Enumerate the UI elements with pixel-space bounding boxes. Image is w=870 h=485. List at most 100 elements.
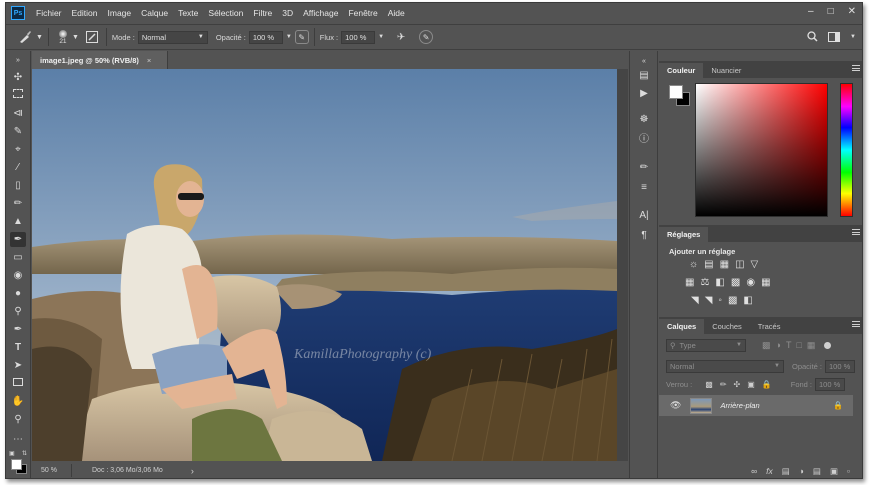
black-white-icon[interactable]: ◧ <box>715 277 724 288</box>
layer-filter-select[interactable]: ⚲ Type ▼ <box>666 339 746 352</box>
menu-affichage[interactable]: Affichage <box>298 8 343 18</box>
quick-selection-icon[interactable]: ✎ <box>10 124 26 139</box>
menu-3d[interactable]: 3D <box>277 8 298 18</box>
layer-filter-icons[interactable]: ▩◑T□▦ <box>762 340 820 351</box>
menu-fenetre[interactable]: Fenêtre <box>343 8 382 18</box>
libraries-icon[interactable]: ☸ <box>637 113 651 127</box>
mode-select[interactable]: Normal ▼ <box>137 30 208 44</box>
layer-row[interactable]: 👁 Arrière-plan 🔒 <box>659 395 853 416</box>
dodge-tool-icon[interactable]: ⚲ <box>10 304 26 319</box>
posterize-icon[interactable]: ◥ <box>705 295 713 306</box>
opacity-field[interactable]: 100 % <box>248 30 283 44</box>
layer-mask-icon[interactable]: ▤ <box>782 466 790 477</box>
levels-icon[interactable]: ▤ <box>704 259 713 270</box>
healing-brush-icon[interactable]: ▯ <box>10 178 26 193</box>
tab-couleur[interactable]: Couleur <box>659 63 704 78</box>
history-panel-icon[interactable]: ▤ <box>637 69 651 83</box>
folder-icon[interactable]: ▤ <box>813 466 821 477</box>
pressure-opacity-icon[interactable]: ✎ <box>294 30 309 44</box>
menu-texte[interactable]: Texte <box>173 8 203 18</box>
fx-icon[interactable]: fx <box>766 466 773 476</box>
actions-play-icon[interactable]: ▶ <box>637 87 651 101</box>
brightness-icon[interactable]: ☼ <box>689 259 698 270</box>
vertical-scrollbar[interactable] <box>617 69 628 461</box>
menu-calque[interactable]: Calque <box>136 8 173 18</box>
fill-field[interactable]: 100 % <box>815 378 846 391</box>
zoom-level[interactable]: 50 % <box>36 464 72 477</box>
properties-icon[interactable]: ≡ <box>637 181 651 195</box>
link-icon[interactable]: ∞ <box>751 466 757 476</box>
adjustment-layer-icon[interactable]: ◑ <box>799 466 804 476</box>
filter-toggle-icon[interactable] <box>824 342 832 349</box>
chevron-down-icon[interactable]: ▼ <box>72 34 79 41</box>
selective-color-icon[interactable]: ◧ <box>743 295 752 306</box>
tab-reglages[interactable]: Réglages <box>659 227 709 242</box>
channel-mixer-icon[interactable]: ◉ <box>746 277 755 288</box>
panel-menu-icon[interactable] <box>852 65 860 71</box>
color-swatches[interactable]: ▣ ⇅ <box>9 450 29 474</box>
chevron-down-icon[interactable]: ▼ <box>378 34 384 40</box>
close-icon[interactable]: ✕ <box>848 6 856 17</box>
tab-calques[interactable]: Calques <box>659 319 705 334</box>
swap-colors-icon[interactable]: ⇅ <box>22 450 27 457</box>
lock-icons[interactable]: ▩✏✣▣🔒 <box>705 380 778 389</box>
pen-tool-icon[interactable]: ✒ <box>10 322 26 337</box>
curves-icon[interactable]: ▦ <box>720 259 729 270</box>
collapse-icon[interactable]: » <box>10 53 26 68</box>
chevron-down-icon[interactable]: ▼ <box>286 34 292 40</box>
color-lookup-icon[interactable]: ▦ <box>761 277 770 288</box>
collapse-icon[interactable]: « <box>637 55 651 69</box>
rectangle-tool-icon[interactable] <box>10 376 26 391</box>
photo-filter-icon[interactable]: ▩ <box>731 277 740 288</box>
zoom-tool-icon[interactable]: ⚲ <box>10 412 26 427</box>
threshold-icon[interactable]: ◦ <box>718 295 722 306</box>
flow-field[interactable]: 100 % <box>341 30 376 44</box>
character-panel-icon[interactable]: A| <box>637 209 651 223</box>
color-balance-icon[interactable]: ⚖ <box>700 277 709 288</box>
foreground-color-swatch[interactable] <box>11 459 22 470</box>
crop-tool-icon[interactable]: ⌖ <box>10 142 26 157</box>
menu-image[interactable]: Image <box>103 8 137 18</box>
eyedropper-tool-icon[interactable]: ⁄ <box>10 160 26 175</box>
photo-canvas[interactable]: KamillaPhotography (c) <box>32 69 617 461</box>
hue-slider[interactable] <box>840 83 853 217</box>
tab-couches[interactable]: Couches <box>704 319 750 334</box>
hand-tool-icon[interactable]: ✋ <box>10 394 26 409</box>
tab-nuancier[interactable]: Nuancier <box>703 63 749 78</box>
menu-selection[interactable]: Sélection <box>203 8 248 18</box>
brush-panel-icon[interactable] <box>83 31 101 43</box>
paragraph-panel-icon[interactable]: ¶ <box>637 229 651 243</box>
panel-menu-icon[interactable] <box>852 321 860 327</box>
search-icon[interactable] <box>807 31 818 42</box>
menu-edition[interactable]: Edition <box>67 8 103 18</box>
hue-saturation-icon[interactable]: ▦ <box>685 277 694 288</box>
panel-menu-icon[interactable] <box>852 229 860 235</box>
brush-tool-icon[interactable] <box>14 30 36 44</box>
menu-aide[interactable]: Aide <box>383 8 410 18</box>
pressure-size-icon[interactable]: ✎ <box>419 30 434 44</box>
move-tool-icon[interactable]: ✣ <box>10 70 26 85</box>
layer-name[interactable]: Arrière-plan <box>720 401 759 410</box>
lasso-tool-icon[interactable]: ⧏ <box>10 106 26 121</box>
layer-opacity-field[interactable]: 100 % <box>825 360 856 373</box>
clone-stamp-icon[interactable]: ▲ <box>10 214 26 229</box>
foreground-color-swatch[interactable] <box>669 85 683 99</box>
blur-tool-icon[interactable]: ● <box>10 286 26 301</box>
trash-icon[interactable]: ▫ <box>847 466 850 476</box>
default-colors-icon[interactable]: ▣ <box>9 450 15 457</box>
exposure-icon[interactable]: ◫ <box>735 259 744 270</box>
brush-preset-picker[interactable]: 21 <box>54 29 72 45</box>
blend-mode-select[interactable]: Normal ▼ <box>666 360 784 373</box>
chevron-down-icon[interactable]: ▼ <box>850 31 856 42</box>
history-brush-icon[interactable]: ✒ <box>10 232 26 247</box>
more-tools-icon[interactable]: ⋯ <box>10 432 26 447</box>
type-tool-icon[interactable]: T <box>10 340 26 355</box>
paint-bucket-icon[interactable]: ◉ <box>10 268 26 283</box>
gradient-map-icon[interactable]: ▩ <box>728 295 737 306</box>
invert-icon[interactable]: ◥ <box>691 295 699 306</box>
vibrance-icon[interactable]: ▽ <box>751 259 759 270</box>
marquee-tool-icon[interactable] <box>10 88 26 103</box>
info-icon[interactable]: ⓘ <box>637 133 651 147</box>
brush-tool-icon[interactable]: ✏ <box>10 196 26 211</box>
new-layer-icon[interactable]: ▣ <box>830 466 838 477</box>
